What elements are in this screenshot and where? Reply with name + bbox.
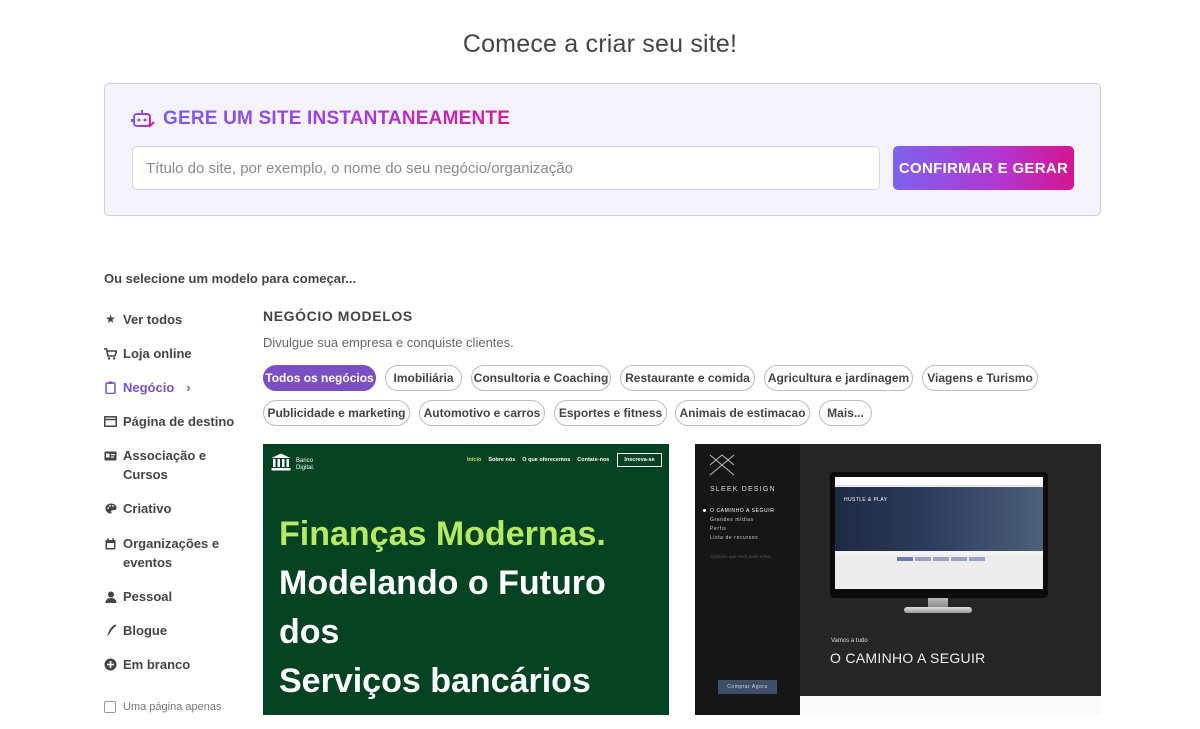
template-card-sleek-design[interactable]: SLEEK DESIGN O CAMINHO A SEGUIR Grandes … xyxy=(695,444,1101,715)
template-tagline: Subtítulo que você pode editar xyxy=(710,554,772,559)
sidebar-item-label: Associação e Cursos xyxy=(123,448,207,482)
chip-viagens-e-turismo[interactable]: Viagens e Turismo xyxy=(922,365,1038,391)
plus-circle-icon xyxy=(104,655,117,674)
site-title-input[interactable] xyxy=(132,146,880,190)
user-icon xyxy=(104,587,117,606)
sidebar-item-criativo[interactable]: Criativo xyxy=(104,499,171,518)
template-small-text: Vamos a tudo xyxy=(831,638,868,644)
template-bottom-strip xyxy=(800,696,1101,715)
robot-icon xyxy=(131,108,155,130)
page-title: Comece a criar seu site! xyxy=(462,30,738,58)
sidebar-item-associacao-e-cursos[interactable]: Associação e Cursos xyxy=(104,446,214,484)
one-page-only-label: Uma página apenas xyxy=(123,701,222,713)
sidebar-item-pessoal[interactable]: Pessoal xyxy=(104,587,172,606)
template-brand: SLEEK DESIGN xyxy=(710,486,776,493)
template-sidebar: SLEEK DESIGN O CAMINHO A SEGUIR Grandes … xyxy=(695,444,800,715)
template-card-banco-digital[interactable]: Banco Digital. Início Sobre nós O que of… xyxy=(263,444,669,715)
chevron-right-icon: › xyxy=(186,380,191,395)
generator-header: GERE UM SITE INSTANTANEAMENTE xyxy=(131,108,510,130)
template-logo: Banco Digital. xyxy=(271,453,314,476)
template-buy-button: Comprar Agora xyxy=(718,680,777,694)
pen-icon xyxy=(104,621,117,640)
template-logo-line2: Digital. xyxy=(296,464,315,471)
template-menu: O CAMINHO A SEGUIR Grandes mídias Perfis… xyxy=(703,507,774,543)
template-nav-item: Sobre nós xyxy=(488,457,516,463)
sidebar-item-label: Pessoal xyxy=(123,589,173,604)
template-big-text: O CAMINHO A SEGUIR xyxy=(830,650,986,666)
instant-generator-panel: GERE UM SITE INSTANTANEAMENTE CONFIRMAR … xyxy=(104,83,1101,216)
window-icon xyxy=(104,412,117,431)
category-description: Divulgue sua empresa e conquiste cliente… xyxy=(263,335,514,350)
select-template-label: Ou selecione um modelo para começar... xyxy=(104,271,357,286)
template-nav-item: Contate-nos xyxy=(577,457,610,463)
sidebar-item-label: Ver todos xyxy=(123,312,183,327)
template-headline-line: Serviços bancários xyxy=(279,662,591,700)
bullet-icon xyxy=(703,509,706,513)
template-nav-item: O que oferecemos xyxy=(522,457,571,463)
template-nav: Início Sobre nós O que oferecemos Contat… xyxy=(467,457,609,463)
sidebar-item-label: Em branco xyxy=(123,657,191,672)
screen-hero-text: HUSTLE & PLAY xyxy=(844,497,888,503)
star-icon: ★ xyxy=(105,312,116,326)
sidebar-item-organizacoes-e-eventos[interactable]: Organizações e eventos xyxy=(104,534,224,572)
chip-animais-de-estimacao[interactable]: Animais de estimacao xyxy=(675,400,810,426)
template-nav-item: Início xyxy=(467,457,482,463)
template-menu-item: Perfis xyxy=(710,526,727,532)
chip-automotivo-e-carros[interactable]: Automotivo e carros xyxy=(419,400,545,426)
one-page-only-checkbox[interactable]: Uma página apenas xyxy=(104,701,221,713)
monitor-screen: HUSTLE & PLAY xyxy=(835,477,1043,589)
sidebar-item-negocio[interactable]: Negócio › xyxy=(104,378,191,397)
template-menu-item: O CAMINHO A SEGUIR xyxy=(710,508,775,514)
template-headline-line: dos xyxy=(279,613,340,651)
monitor-base xyxy=(904,607,972,613)
sidebar-item-label: Loja online xyxy=(123,346,192,361)
monitor-mockup: HUSTLE & PLAY xyxy=(830,472,1048,598)
sidebar-item-ver-todos[interactable]: ★ Ver todos xyxy=(104,310,182,329)
chip-consultoria-e-coaching[interactable]: Consultoria e Coaching xyxy=(471,365,611,391)
sidebar-item-label: Página de destino xyxy=(123,414,235,429)
chip-publicidade-e-marketing[interactable]: Publicidade e marketing xyxy=(263,400,410,426)
sidebar-item-label: Criativo xyxy=(123,501,172,516)
category-title: NEGÓCIO MODELOS xyxy=(263,308,413,324)
bank-building-icon xyxy=(271,453,291,476)
template-menu-item: Lista de recursos xyxy=(710,535,759,541)
cart-icon xyxy=(104,344,117,363)
sidebar-item-loja-online[interactable]: Loja online xyxy=(104,344,192,363)
sidebar-item-pagina-de-destino[interactable]: Página de destino xyxy=(104,412,234,431)
template-main-area: HUSTLE & PLAY Vamos a tudo O CAMINHO A S… xyxy=(800,444,1101,696)
chip-agricultura-e-jardinagem[interactable]: Agricultura e jardinagem xyxy=(764,365,913,391)
chip-todos-os-negocios[interactable]: Todos os negócios xyxy=(263,365,376,391)
crossed-lines-logo-icon xyxy=(709,454,735,476)
sidebar-item-label: Blogue xyxy=(123,623,168,638)
chip-imobiliaria[interactable]: Imobiliária xyxy=(385,365,462,391)
template-menu-item: Grandes mídias xyxy=(710,517,754,523)
confirm-generate-button[interactable]: CONFIRMAR E GERAR xyxy=(893,146,1074,190)
template-headline-line: Finanças Modernas. xyxy=(279,515,606,553)
sidebar-item-label: Organizações e eventos xyxy=(123,536,220,570)
sidebar-item-blogue[interactable]: Blogue xyxy=(104,621,167,640)
chip-esportes-e-fitness[interactable]: Esportes e fitness xyxy=(554,400,667,426)
checkbox-box[interactable] xyxy=(104,701,116,713)
palette-icon xyxy=(104,499,117,518)
generator-title: GERE UM SITE INSTANTANEAMENTE xyxy=(163,108,511,129)
calendar-icon xyxy=(104,534,117,553)
sidebar-item-label: Negócio xyxy=(123,380,175,395)
template-headline: Finanças Modernas. Modelando o Futuro do… xyxy=(279,510,606,706)
template-signup-button: Inscreva-se xyxy=(617,453,662,467)
id-card-icon xyxy=(104,446,117,465)
template-headline-line: Modelando o Futuro xyxy=(279,564,606,602)
chip-mais[interactable]: Mais... xyxy=(819,400,872,426)
chip-restaurante-e-comida[interactable]: Restaurante e comida xyxy=(620,365,755,391)
template-logo-line1: Banco xyxy=(296,457,314,464)
clipboard-icon xyxy=(104,378,117,397)
sidebar-item-em-branco[interactable]: Em branco xyxy=(104,655,190,674)
